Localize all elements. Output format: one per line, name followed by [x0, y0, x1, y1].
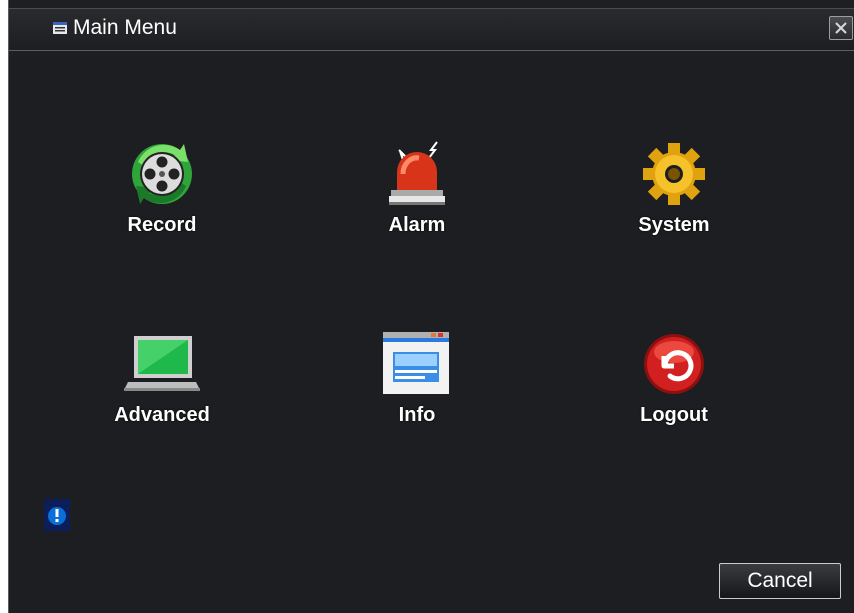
- menu-item-record[interactable]: Record: [92, 140, 232, 260]
- main-menu-window: Main Menu Record Alarm System Advanced I…: [8, 0, 854, 613]
- alert-icon: [48, 507, 66, 525]
- menu-item-label: Logout: [640, 404, 708, 426]
- menu-item-info[interactable]: Info: [347, 330, 487, 450]
- menu-content: Record Alarm System Advanced Info Logout…: [9, 56, 854, 613]
- status-indicator: [44, 499, 70, 531]
- menu-item-advanced[interactable]: Advanced: [92, 330, 232, 450]
- menu-item-logout[interactable]: Logout: [604, 330, 744, 450]
- cancel-button[interactable]: Cancel: [719, 563, 841, 599]
- gear-icon: [643, 143, 705, 205]
- menu-window-icon: [53, 22, 67, 34]
- menu-item-alarm[interactable]: Alarm: [347, 140, 487, 260]
- close-button[interactable]: [829, 16, 853, 40]
- menu-item-system[interactable]: System: [604, 140, 744, 260]
- menu-item-label: System: [638, 214, 710, 236]
- window-title: Main Menu: [73, 16, 177, 39]
- menu-item-label: Info: [398, 404, 436, 426]
- menu-item-label: Advanced: [114, 404, 210, 426]
- logout-icon: [644, 334, 704, 394]
- laptop-icon: [124, 336, 200, 391]
- close-icon: [835, 22, 847, 34]
- alarm-siren-icon: [389, 141, 445, 205]
- film-reel-icon: [132, 144, 192, 204]
- menu-item-label: Record: [127, 214, 197, 236]
- menu-item-label: Alarm: [388, 214, 446, 236]
- title-bar: Main Menu: [9, 8, 854, 51]
- info-window-icon: [383, 332, 449, 394]
